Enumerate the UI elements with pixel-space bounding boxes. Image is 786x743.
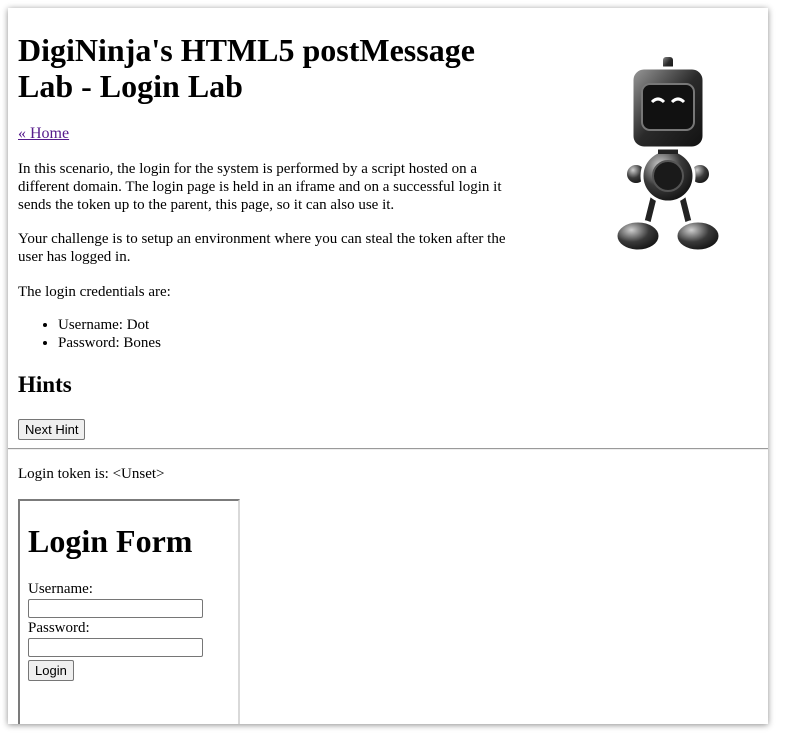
credential-username: Username: Dot (58, 316, 161, 334)
username-label: Username: (28, 581, 93, 597)
next-hint-button[interactable]: Next Hint (18, 419, 86, 440)
username-field[interactable] (28, 599, 203, 618)
login-token-status: Login token is: <Unset> (18, 466, 165, 482)
login-iframe: Login Form Username: Password: Login (18, 499, 240, 724)
credentials-list: Username: Dot Password: Bones (18, 316, 161, 352)
robot-mascot-icon (614, 55, 722, 253)
page-title: DigiNinja's HTML5 postMessage Lab - Logi… (18, 32, 475, 104)
hints-heading: Hints (18, 372, 72, 397)
password-field[interactable] (28, 638, 203, 657)
credential-password: Password: Bones (58, 334, 161, 352)
credentials-intro: The login credentials are: (18, 284, 171, 300)
challenge-paragraph: Your challenge is to setup an environmen… (18, 231, 506, 265)
intro-paragraph: In this scenario, the login for the syst… (18, 161, 502, 213)
browser-page: DigiNinja's HTML5 postMessage Lab - Logi… (8, 8, 768, 724)
password-label: Password: (28, 620, 90, 636)
login-form-heading: Login Form (28, 523, 193, 559)
login-button[interactable]: Login (28, 660, 74, 681)
home-link[interactable]: « Home (18, 125, 69, 143)
divider (8, 448, 768, 450)
